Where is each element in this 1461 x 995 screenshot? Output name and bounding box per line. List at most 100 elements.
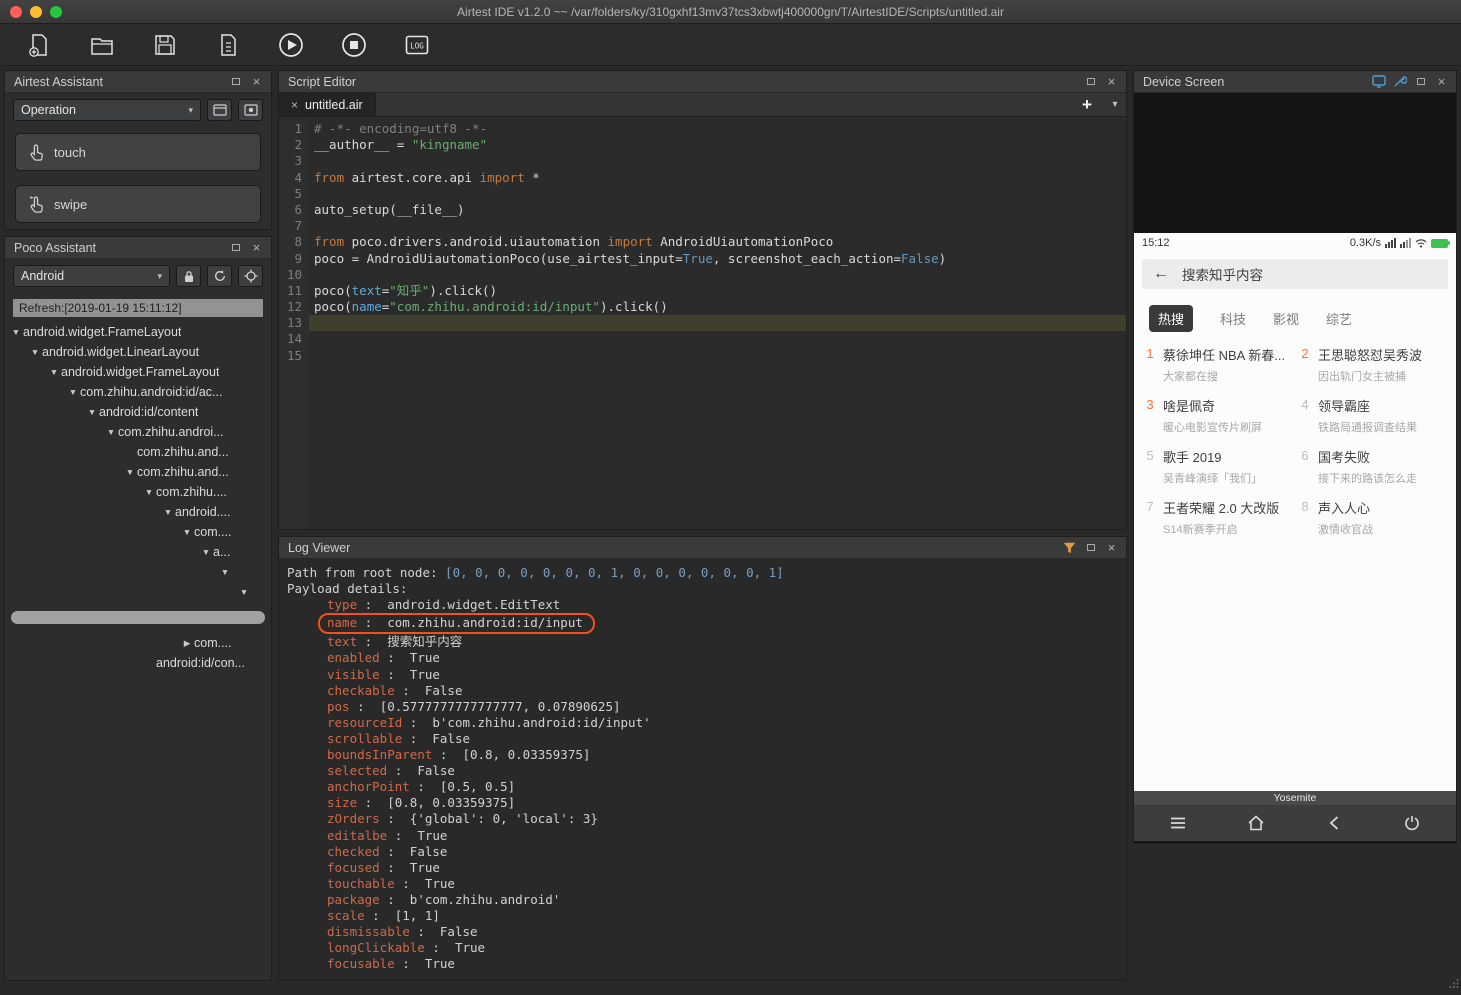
- chevron-down-icon[interactable]: ▼: [123, 467, 137, 477]
- tree-node[interactable]: ▼com.zhihu.and...: [5, 462, 271, 482]
- chevron-down-icon[interactable]: ▼: [104, 427, 118, 437]
- back-arrow-icon[interactable]: ←: [1153, 265, 1169, 283]
- code-line[interactable]: from poco.drivers.android.uiautomation i…: [309, 234, 1126, 250]
- save-as-button[interactable]: [213, 30, 243, 60]
- code-line[interactable]: __author__ = "kingname": [309, 137, 1126, 153]
- tree-node[interactable]: ▶com....: [5, 633, 271, 653]
- home-button[interactable]: [1244, 811, 1268, 835]
- hot-item[interactable]: 3啥是佩奇暖心电影宣传片刷屏: [1144, 396, 1291, 435]
- tab-list-dropdown[interactable]: ▾: [1104, 93, 1126, 116]
- float-panel-icon[interactable]: [228, 240, 243, 255]
- chevron-down-icon[interactable]: ▼: [161, 507, 175, 517]
- hot-item[interactable]: 5歌手 2019吴青峰演绎「我们」: [1144, 447, 1291, 486]
- save-button[interactable]: [150, 30, 180, 60]
- menu-button[interactable]: [1166, 811, 1190, 835]
- zhihu-tab[interactable]: 科技: [1220, 309, 1246, 328]
- close-panel-icon[interactable]: ×: [1104, 540, 1119, 555]
- tree-node[interactable]: ▼com....: [5, 522, 271, 542]
- tree-node[interactable]: com.zhihu.and...: [5, 442, 271, 462]
- open-script-button[interactable]: [87, 30, 117, 60]
- code-line[interactable]: [309, 348, 1126, 364]
- filter-button[interactable]: [1062, 540, 1077, 555]
- code-line[interactable]: poco = AndroidUiautomationPoco(use_airte…: [309, 251, 1126, 267]
- code-editor[interactable]: 123456789101112131415 # -*- encoding=utf…: [279, 117, 1126, 529]
- zoom-window-button[interactable]: [50, 6, 62, 18]
- code-line[interactable]: [309, 315, 1126, 331]
- code-line[interactable]: # -*- encoding=utf8 -*-: [309, 121, 1126, 137]
- search-input-text[interactable]: 搜索知乎内容: [1182, 264, 1263, 284]
- resize-grip[interactable]: [1449, 975, 1459, 993]
- chevron-down-icon[interactable]: ▼: [47, 367, 61, 377]
- chevron-right-icon[interactable]: ▶: [180, 638, 194, 649]
- tree-node[interactable]: ▼com.zhihu.androi...: [5, 422, 271, 442]
- code-line[interactable]: [309, 331, 1126, 347]
- tree-node[interactable]: ▼a...: [5, 542, 271, 562]
- device-tools-button[interactable]: [1392, 74, 1407, 89]
- tree-node[interactable]: ▼android:id/content: [5, 402, 271, 422]
- insert-snippet-button[interactable]: [207, 99, 232, 121]
- tree-node[interactable]: ▼android.widget.FrameLayout: [5, 362, 271, 382]
- swipe-button[interactable]: swipe: [15, 185, 261, 223]
- tree-node[interactable]: ▼android.widget.LinearLayout: [5, 342, 271, 362]
- zhihu-search-bar[interactable]: ← 搜索知乎内容: [1142, 259, 1448, 289]
- editor-code[interactable]: # -*- encoding=utf8 -*-__author__ = "kin…: [309, 117, 1126, 529]
- rotate-screen-button[interactable]: [1371, 74, 1386, 89]
- minimize-window-button[interactable]: [30, 6, 42, 18]
- hot-item[interactable]: 7王者荣耀 2.0 大改版S14新赛季开启: [1144, 498, 1291, 537]
- close-panel-icon[interactable]: ×: [249, 74, 264, 89]
- tree-node[interactable]: ▼com.zhihu.android:id/ac...: [5, 382, 271, 402]
- stop-button[interactable]: [339, 30, 369, 60]
- inspect-button[interactable]: [238, 265, 263, 287]
- log-content[interactable]: Path from root node: [0, 0, 0, 0, 0, 0, …: [279, 559, 1126, 980]
- back-button[interactable]: [1322, 811, 1346, 835]
- hot-item[interactable]: 6国考失败接下来的路该怎么走: [1299, 447, 1446, 486]
- chevron-down-icon[interactable]: ▼: [142, 487, 156, 497]
- chevron-down-icon[interactable]: ▼: [85, 407, 99, 417]
- float-panel-icon[interactable]: [1083, 74, 1098, 89]
- tree-node[interactable]: ▼: [5, 562, 271, 582]
- horizontal-scrollbar[interactable]: [11, 611, 265, 624]
- code-line[interactable]: from airtest.core.api import *: [309, 170, 1126, 186]
- code-line[interactable]: poco(name="com.zhihu.android:id/input").…: [309, 299, 1126, 315]
- tree-node[interactable]: ▼android.widget.FrameLayout: [5, 322, 271, 342]
- touch-button[interactable]: touch: [15, 133, 261, 171]
- zhihu-tab[interactable]: 热搜: [1149, 305, 1193, 332]
- code-line[interactable]: [309, 267, 1126, 283]
- code-line[interactable]: [309, 218, 1126, 234]
- tree-node[interactable]: android:id/con...: [5, 653, 271, 673]
- hot-item[interactable]: 1蔡徐坤任 NBA 新春...大家都在搜: [1144, 345, 1291, 384]
- new-tab-button[interactable]: +: [1070, 93, 1104, 116]
- run-button[interactable]: [276, 30, 306, 60]
- new-script-button[interactable]: [24, 30, 54, 60]
- float-panel-icon[interactable]: [1413, 74, 1428, 89]
- chevron-down-icon[interactable]: ▼: [9, 327, 23, 337]
- power-button[interactable]: [1400, 811, 1424, 835]
- chevron-down-icon[interactable]: ▼: [28, 347, 42, 357]
- close-tab-icon[interactable]: ×: [291, 98, 298, 112]
- code-line[interactable]: [309, 153, 1126, 169]
- code-line[interactable]: auto_setup(__file__): [309, 202, 1126, 218]
- close-panel-icon[interactable]: ×: [249, 240, 264, 255]
- chevron-down-icon[interactable]: ▼: [66, 387, 80, 397]
- phone-screen[interactable]: 15:12 0.3K/s: [1134, 233, 1456, 791]
- float-panel-icon[interactable]: [228, 74, 243, 89]
- log-button[interactable]: LOG: [402, 30, 432, 60]
- hot-item[interactable]: 2王思聪怒怼吴秀波因出轨门女主被捕: [1299, 345, 1446, 384]
- code-line[interactable]: [309, 186, 1126, 202]
- zhihu-tab[interactable]: 综艺: [1326, 309, 1352, 328]
- refresh-button[interactable]: [207, 265, 232, 287]
- chevron-down-icon[interactable]: ▼: [218, 567, 232, 577]
- refresh-timestamp-bar[interactable]: Refresh:[2019-01-19 15:11:12]: [13, 299, 263, 317]
- tree-node[interactable]: ▼android....: [5, 502, 271, 522]
- operation-mode-select[interactable]: Operation ▾: [13, 99, 201, 121]
- tab-untitled-air[interactable]: × untitled.air: [279, 93, 376, 116]
- record-button[interactable]: [238, 99, 263, 121]
- close-window-button[interactable]: [10, 6, 22, 18]
- zhihu-tab[interactable]: 影视: [1273, 309, 1299, 328]
- close-panel-icon[interactable]: ×: [1434, 74, 1449, 89]
- hot-item[interactable]: 4领导霸座铁路局通报调查结果: [1299, 396, 1446, 435]
- poco-platform-select[interactable]: Android ▾: [13, 265, 170, 287]
- float-panel-icon[interactable]: [1083, 540, 1098, 555]
- code-line[interactable]: poco(text="知乎").click(): [309, 283, 1126, 299]
- chevron-down-icon[interactable]: ▼: [237, 587, 251, 597]
